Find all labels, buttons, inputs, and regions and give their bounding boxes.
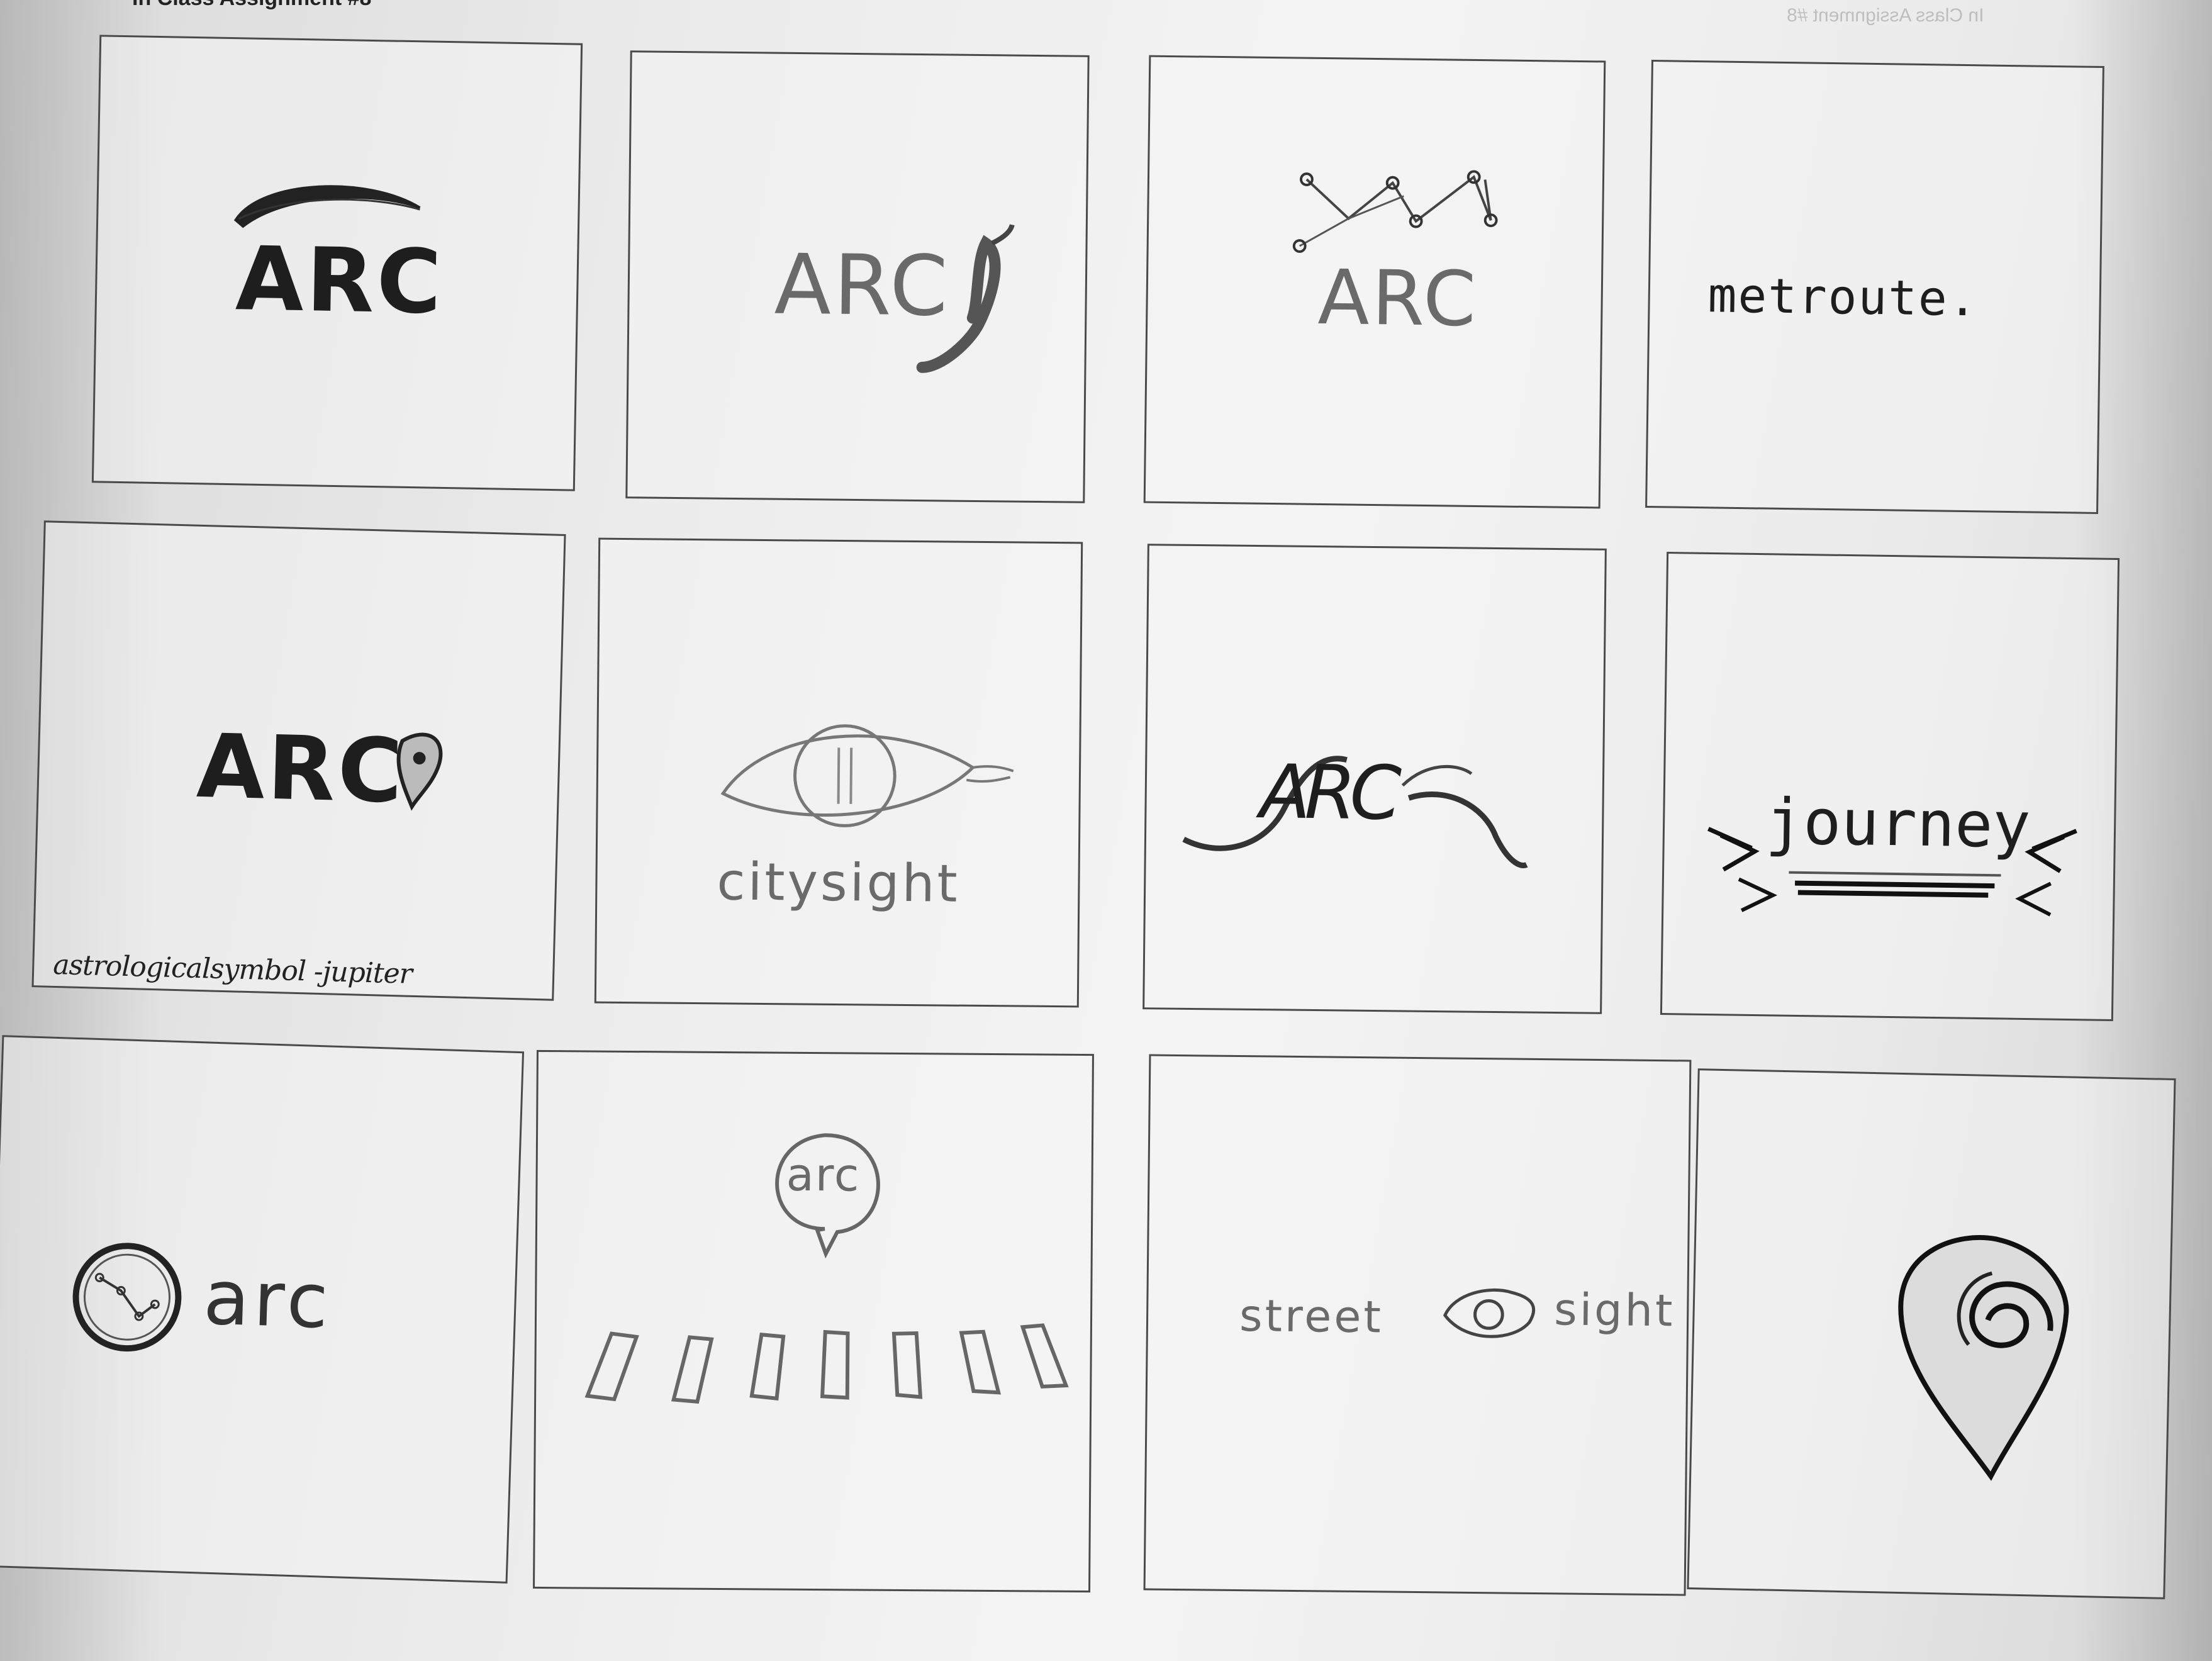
logo-text-right: sight <box>1553 1284 1675 1337</box>
logo-text: ARC <box>235 228 445 334</box>
speech-bubble-crosswalk-sketch <box>584 1133 1069 1404</box>
bleed-through-header: In Class Assignment #8 <box>1787 5 1984 26</box>
logo-text: ARC <box>1260 748 1396 837</box>
logo-text: ARC <box>774 236 951 335</box>
logo-text: journey <box>1765 785 2031 863</box>
sketch-panel-5: ARC astrologicalsymbol -jupiter <box>31 520 566 1001</box>
logo-text: ARC <box>195 715 406 824</box>
sketch-panel-2: ARC <box>625 50 1090 503</box>
logo-text: metroute. <box>1707 267 1979 327</box>
sketch-panel-3: ARC <box>1143 55 1606 509</box>
logo-text: ARC <box>1317 254 1479 344</box>
logo-text-left: street <box>1239 1290 1384 1343</box>
sketch-panel-1: ARC <box>91 35 583 491</box>
logo-text: arc <box>202 1254 333 1346</box>
sketch-panel-7: ARC <box>1142 544 1607 1014</box>
sketch-panel-10: arc <box>533 1049 1094 1593</box>
sketch-panel-12 <box>1687 1068 2176 1599</box>
logo-text: citysight <box>717 852 961 914</box>
sketch-panel-9: arc <box>0 1035 525 1584</box>
sketch-panel-11: street sight <box>1143 1054 1692 1596</box>
eye-sketch <box>720 724 1014 827</box>
sketch-panel-8: journey <box>1660 552 2120 1021</box>
location-pin-spiral-sketch <box>1898 1235 2069 1481</box>
sketch-panel-4: metroute. <box>1645 60 2104 514</box>
sketch-panel-6: citysight <box>594 537 1083 1008</box>
logo-text: arc <box>786 1148 861 1202</box>
page-header: In Class Assignment #8 <box>132 0 371 11</box>
